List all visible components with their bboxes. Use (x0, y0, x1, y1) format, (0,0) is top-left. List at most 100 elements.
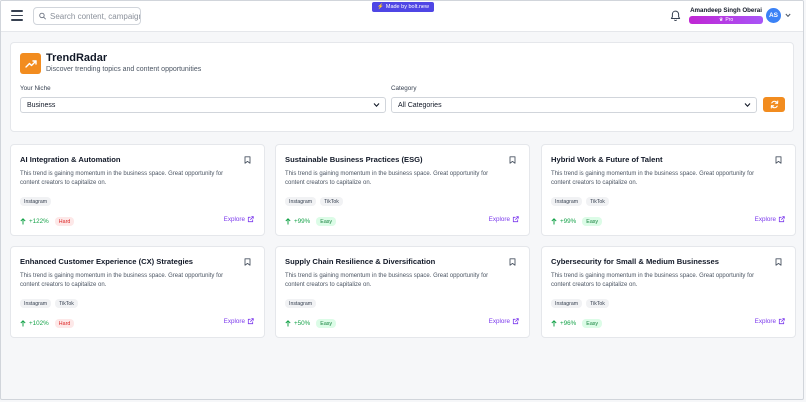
trend-card: Enhanced Customer Experience (CX) Strate… (10, 246, 265, 338)
platform-tag: Instagram (551, 299, 583, 308)
explore-label: Explore (223, 318, 245, 325)
explore-link[interactable]: Explore (224, 216, 254, 223)
trend-card: Supply Chain Resilience & Diversificatio… (275, 246, 530, 338)
trend-radar-panel: TrendRadar Discover trending topics and … (10, 42, 794, 132)
chevron-down-icon (744, 103, 751, 108)
trend-metrics: +96% Easy (551, 319, 603, 328)
explore-link[interactable]: Explore (755, 318, 785, 325)
plan-label: Pro (725, 17, 734, 23)
platform-tag: TikTok (586, 197, 609, 206)
platform-tag: Instagram (20, 197, 52, 206)
explore-link[interactable]: Explore (224, 318, 254, 325)
bell-icon[interactable] (670, 10, 681, 22)
explore-label: Explore (754, 216, 776, 223)
platform-tag: Instagram (285, 197, 317, 206)
external-link-icon (778, 216, 785, 223)
platform-tags: Instagram (285, 299, 317, 308)
trend-metrics: +102% Hard (20, 319, 75, 328)
explore-label: Explore (488, 216, 510, 223)
platform-tags: Instagram TikTok (20, 299, 78, 308)
platform-tag: Instagram (20, 299, 52, 308)
platform-tag: Instagram (551, 197, 583, 206)
menu-icon[interactable] (11, 10, 23, 21)
external-link-icon (247, 216, 254, 223)
explore-link[interactable]: Explore (755, 216, 785, 223)
trend-metrics: +99% Easy (551, 217, 603, 226)
arrow-up-icon (551, 218, 557, 225)
difficulty-badge: Easy (316, 319, 337, 328)
arrow-up-icon (20, 320, 26, 327)
search-icon (39, 12, 46, 20)
refresh-button[interactable] (763, 97, 785, 112)
trend-description: This trend is gaining momentum in the bu… (551, 273, 755, 288)
platform-tag: Instagram (285, 299, 317, 308)
trend-description: This trend is gaining momentum in the bu… (285, 273, 489, 288)
platform-tag: TikTok (320, 197, 343, 206)
bookmark-icon[interactable] (509, 156, 516, 164)
made-by-badge[interactable]: ⚡ Made by bolt.new (372, 2, 434, 12)
niche-select[interactable]: Business (20, 97, 386, 113)
platform-tags: Instagram (20, 197, 52, 206)
external-link-icon (512, 216, 519, 223)
page-title: TrendRadar (46, 52, 108, 64)
growth-percent: +99% (294, 218, 311, 225)
trend-title: Sustainable Business Practices (ESG) (285, 155, 423, 164)
trend-description: This trend is gaining momentum in the bu… (285, 171, 489, 186)
explore-link[interactable]: Explore (489, 318, 519, 325)
trend-description: This trend is gaining momentum in the bu… (20, 171, 224, 186)
trend-description: This trend is gaining momentum in the bu… (20, 273, 224, 288)
page-subtitle: Discover trending topics and content opp… (46, 66, 202, 73)
made-by-label: Made by bolt.new (385, 4, 429, 10)
platform-tag: TikTok (586, 299, 609, 308)
search-box[interactable] (33, 7, 141, 25)
trend-card: Sustainable Business Practices (ESG) Thi… (275, 144, 530, 236)
external-link-icon (247, 318, 254, 325)
explore-label: Explore (223, 216, 245, 223)
trend-title: Enhanced Customer Experience (CX) Strate… (20, 257, 194, 266)
explore-link[interactable]: Explore (489, 216, 519, 223)
difficulty-badge: Hard (54, 319, 75, 328)
trending-up-icon (20, 53, 41, 74)
difficulty-badge: Easy (582, 319, 603, 328)
trend-title: Supply Chain Resilience & Diversificatio… (285, 257, 436, 266)
search-input[interactable] (50, 11, 140, 21)
pro-badge: ♛ Pro (689, 16, 763, 24)
bookmark-icon[interactable] (775, 258, 782, 266)
category-select[interactable]: All Categories (391, 97, 757, 113)
platform-tags: Instagram TikTok (551, 197, 609, 206)
external-link-icon (512, 318, 519, 325)
bookmark-icon[interactable] (775, 156, 782, 164)
arrow-up-icon (20, 218, 26, 225)
growth-percent: +99% (560, 218, 577, 225)
trend-title: Hybrid Work & Future of Talent (551, 155, 663, 164)
platform-tags: Instagram TikTok (551, 299, 609, 308)
refresh-icon (770, 100, 778, 109)
explore-label: Explore (754, 318, 776, 325)
trend-description: This trend is gaining momentum in the bu… (551, 171, 755, 186)
difficulty-badge: Hard (54, 217, 75, 226)
growth-percent: +102% (29, 320, 49, 327)
app-window: ⚡ Made by bolt.new Amandeep Singh Oberai… (0, 0, 804, 400)
chevron-down-icon (373, 103, 380, 108)
trend-title: AI Integration & Automation (20, 155, 121, 164)
avatar[interactable]: AS (766, 8, 781, 23)
trend-title: Cybersecurity for Small & Medium Busines… (551, 257, 719, 266)
explore-label: Explore (488, 318, 510, 325)
category-label: Category (391, 85, 417, 92)
trend-card: Hybrid Work & Future of Talent This tren… (541, 144, 796, 236)
growth-percent: +50% (294, 320, 311, 327)
trend-card: AI Integration & Automation This trend i… (10, 144, 265, 236)
bolt-icon: ⚡ (377, 4, 384, 10)
niche-value: Business (27, 101, 56, 109)
user-info[interactable]: Amandeep Singh Oberai ♛ Pro (689, 7, 763, 24)
bookmark-icon[interactable] (244, 156, 251, 164)
trend-metrics: +50% Easy (285, 319, 337, 328)
platform-tags: Instagram TikTok (285, 197, 343, 206)
bookmark-icon[interactable] (509, 258, 516, 266)
chevron-down-icon[interactable] (785, 13, 791, 18)
platform-tag: TikTok (55, 299, 78, 308)
bookmark-icon[interactable] (244, 258, 251, 266)
growth-percent: +96% (560, 320, 577, 327)
trend-card: Cybersecurity for Small & Medium Busines… (541, 246, 796, 338)
trend-metrics: +122% Hard (20, 217, 75, 226)
